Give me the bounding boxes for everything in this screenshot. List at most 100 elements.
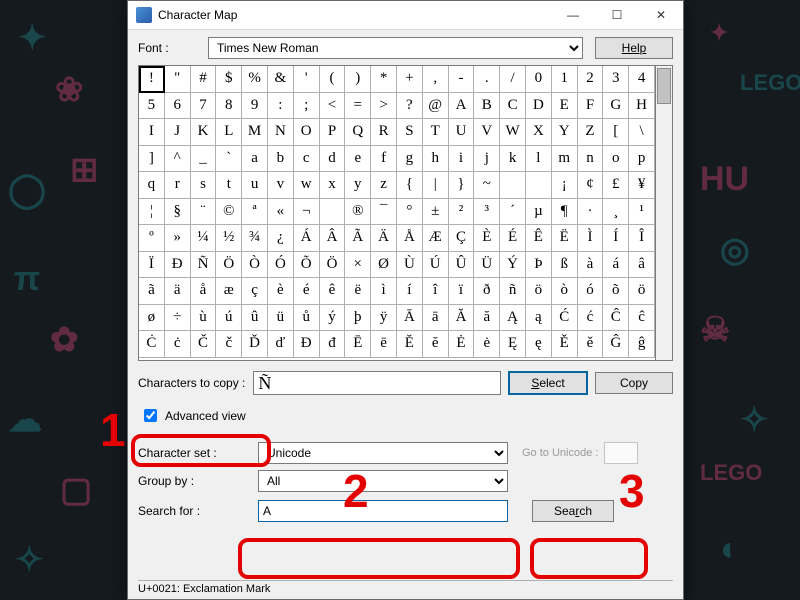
char-cell[interactable]: h <box>423 146 449 173</box>
char-cell[interactable]: ĕ <box>423 331 449 358</box>
char-cell[interactable]: Ç <box>449 225 475 252</box>
char-cell[interactable]: ã <box>139 278 165 305</box>
char-cell[interactable]: © <box>216 199 242 226</box>
char-cell[interactable]: ë <box>345 278 371 305</box>
char-cell[interactable]: ª <box>242 199 268 226</box>
advanced-view-checkbox[interactable]: Advanced view <box>138 403 673 428</box>
search-input[interactable] <box>258 500 508 522</box>
char-cell[interactable]: ĝ <box>629 331 655 358</box>
char-cell[interactable]: 6 <box>165 93 191 120</box>
char-cell[interactable]: ² <box>449 199 475 226</box>
char-cell[interactable]: * <box>371 66 397 93</box>
char-cell[interactable]: ! <box>139 66 165 93</box>
char-cell[interactable]: Ú <box>423 252 449 279</box>
char-cell[interactable]: Ý <box>500 252 526 279</box>
char-cell[interactable]: L <box>216 119 242 146</box>
char-cell[interactable]: @ <box>423 93 449 120</box>
char-cell[interactable]: j <box>474 146 500 173</box>
char-cell[interactable]: m <box>552 146 578 173</box>
char-cell[interactable]: ø <box>139 305 165 332</box>
char-cell[interactable]: ¢ <box>578 172 604 199</box>
char-cell[interactable]: y <box>345 172 371 199</box>
char-cell[interactable]: Ė <box>449 331 475 358</box>
char-cell[interactable]: ò <box>552 278 578 305</box>
char-cell[interactable]: < <box>320 93 346 120</box>
char-cell[interactable]: $ <box>216 66 242 93</box>
char-cell[interactable]: } <box>449 172 475 199</box>
char-cell[interactable]: : <box>268 93 294 120</box>
char-cell[interactable]: Ì <box>578 225 604 252</box>
char-cell[interactable]: ° <box>397 199 423 226</box>
char-cell[interactable]: Ę <box>500 331 526 358</box>
char-cell[interactable]: ~ <box>474 172 500 199</box>
char-cell[interactable]: ; <box>294 93 320 120</box>
char-cell[interactable]: Ē <box>345 331 371 358</box>
char-cell[interactable]: T <box>423 119 449 146</box>
char-cell[interactable]: ¸ <box>603 199 629 226</box>
char-cell[interactable]: ' <box>294 66 320 93</box>
char-cell[interactable]: å <box>191 278 217 305</box>
char-cell[interactable]: æ <box>216 278 242 305</box>
char-cell[interactable]: Ñ <box>191 252 217 279</box>
char-cell[interactable]: ě <box>578 331 604 358</box>
char-cell[interactable]: Ă <box>449 305 475 332</box>
char-cell[interactable]: I <box>139 119 165 146</box>
char-cell[interactable]: Ä <box>371 225 397 252</box>
char-cell[interactable]: D <box>526 93 552 120</box>
char-cell[interactable]: ( <box>320 66 346 93</box>
char-cell[interactable]: ¨ <box>191 199 217 226</box>
char-cell[interactable]: ¼ <box>191 225 217 252</box>
char-cell[interactable]: û <box>242 305 268 332</box>
chars-to-copy-input[interactable] <box>253 371 501 395</box>
char-cell[interactable]: × <box>345 252 371 279</box>
char-cell[interactable]: Ó <box>268 252 294 279</box>
char-cell[interactable]: ă <box>474 305 500 332</box>
char-cell[interactable]: ĉ <box>629 305 655 332</box>
char-cell[interactable]: ¯ <box>371 199 397 226</box>
char-cell[interactable]: J <box>165 119 191 146</box>
char-cell[interactable]: Ë <box>552 225 578 252</box>
char-cell[interactable]: " <box>165 66 191 93</box>
char-cell[interactable]: º <box>139 225 165 252</box>
char-cell[interactable]: p <box>629 146 655 173</box>
char-cell[interactable]: ´ <box>500 199 526 226</box>
char-cell[interactable]: Ě <box>552 331 578 358</box>
char-cell[interactable]: ¬ <box>294 199 320 226</box>
char-cell[interactable]: Í <box>603 225 629 252</box>
char-cell[interactable]: þ <box>345 305 371 332</box>
char-cell[interactable]: Å <box>397 225 423 252</box>
char-cell[interactable]: a <box>242 146 268 173</box>
char-cell[interactable]: c <box>294 146 320 173</box>
char-cell[interactable]: Ü <box>474 252 500 279</box>
char-cell[interactable]: A <box>449 93 475 120</box>
search-button[interactable]: Search <box>532 500 614 522</box>
maximize-button[interactable]: ☐ <box>595 1 639 29</box>
char-cell[interactable]: É <box>500 225 526 252</box>
char-cell[interactable]: F <box>578 93 604 120</box>
char-cell[interactable]: § <box>165 199 191 226</box>
char-cell[interactable]: . <box>474 66 500 93</box>
char-cell[interactable]: Ï <box>139 252 165 279</box>
char-cell[interactable]: Q <box>345 119 371 146</box>
char-cell[interactable]: ā <box>423 305 449 332</box>
help-button[interactable]: Help <box>595 37 673 59</box>
char-cell[interactable]: ± <box>423 199 449 226</box>
select-button[interactable]: Select <box>509 372 587 394</box>
char-cell[interactable]: ¿ <box>268 225 294 252</box>
groupby-select[interactable]: All <box>258 470 508 492</box>
char-cell[interactable]: Õ <box>294 252 320 279</box>
char-cell[interactable]: ¹ <box>629 199 655 226</box>
char-cell[interactable]: v <box>268 172 294 199</box>
char-cell[interactable]: \ <box>629 119 655 146</box>
char-cell[interactable]: w <box>294 172 320 199</box>
char-cell[interactable]: ů <box>294 305 320 332</box>
char-cell[interactable]: ^ <box>165 146 191 173</box>
char-cell[interactable]: f <box>371 146 397 173</box>
char-cell[interactable]: P <box>320 119 346 146</box>
char-cell[interactable]: s <box>191 172 217 199</box>
char-cell[interactable] <box>526 172 552 199</box>
char-cell[interactable]: K <box>191 119 217 146</box>
char-cell[interactable]: U <box>449 119 475 146</box>
char-cell[interactable]: 3 <box>603 66 629 93</box>
char-cell[interactable]: ù <box>191 305 217 332</box>
